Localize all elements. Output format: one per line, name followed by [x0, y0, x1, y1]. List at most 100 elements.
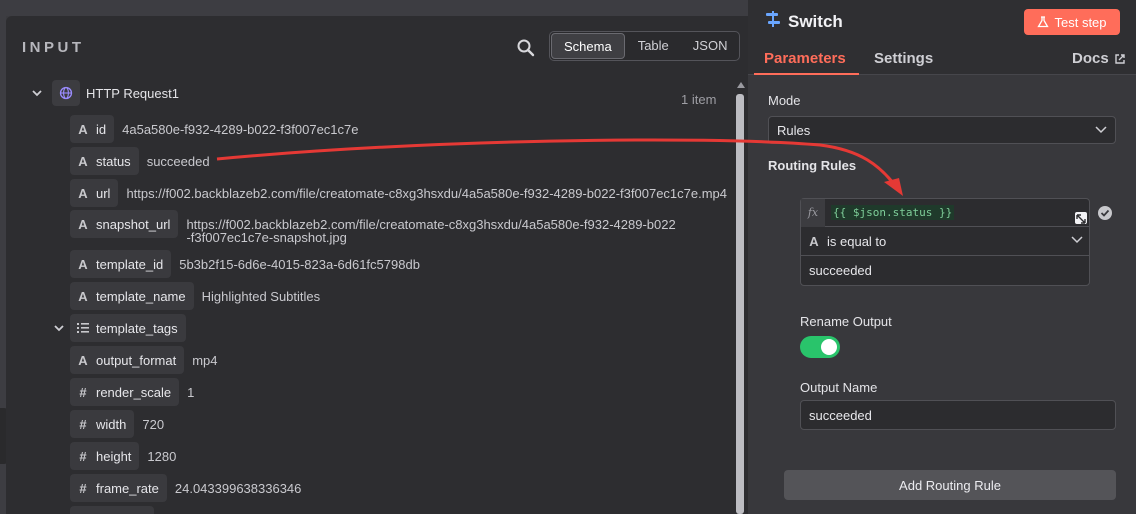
flask-icon [1037, 16, 1050, 28]
input-title: INPUT [22, 39, 85, 56]
field-key: frame_rate [96, 480, 159, 496]
toggle-knob [821, 339, 837, 355]
field-value: 5b3b2f15-6d6e-4015-823a-6d61fc5798db [179, 256, 420, 272]
fx-icon: fx [801, 198, 825, 227]
field-value: 24.043399638336346 [174, 480, 302, 496]
view-switcher: Schema Table JSON [549, 31, 741, 61]
rename-output-toggle[interactable] [800, 336, 840, 358]
external-link-icon [1114, 53, 1125, 64]
tab-settings[interactable]: Settings [874, 50, 933, 67]
field-key: height [96, 448, 132, 464]
field-row-template-name: Atemplate_name Highlighted Subtitles [70, 281, 320, 311]
field-key: template_id [96, 256, 164, 272]
canvas-top-strip [0, 0, 748, 16]
params-header: Switch Test step Parameters Settings Doc… [748, 0, 1136, 75]
number-type-icon: # [79, 384, 87, 400]
tab-bar: Parameters Settings Docs [748, 44, 1136, 75]
field-row-template-tags: template_tags [52, 313, 194, 343]
field-pill[interactable]: # frame_rate [70, 474, 167, 502]
field-pill[interactable]: # width [70, 410, 135, 438]
field-row-height: # height 1280 [70, 441, 176, 471]
field-row-render-scale: # render_scale 1 [70, 377, 194, 407]
field-pill[interactable]: Aurl [70, 179, 119, 207]
routing-rule: fx {{ $json.status }} A is equal to succ… [800, 198, 1090, 286]
check-circle-icon[interactable] [1098, 206, 1112, 220]
string-type-icon: A [78, 121, 88, 137]
node-title: Switch [764, 10, 843, 33]
string-type-icon: A [78, 185, 88, 201]
field-pill[interactable] [70, 506, 154, 514]
list-icon [70, 321, 96, 336]
test-step-button[interactable]: Test step [1024, 9, 1120, 35]
field-row-template-id: Atemplate_id 5b3b2f15-6d6e-4015-823a-6d6… [70, 249, 420, 279]
input-panel: INPUT Schema Table JSON HTTP Request1 1 … [6, 16, 748, 514]
expand-icon[interactable] [1075, 212, 1087, 224]
field-value: https://f002.backblazeb2.com/file/creato… [186, 217, 676, 245]
field-pill[interactable]: template_tags [70, 314, 186, 342]
string-type-icon: A [78, 256, 88, 272]
tab-docs[interactable]: Docs [1072, 50, 1126, 67]
field-pill[interactable]: # height [70, 442, 140, 470]
field-key: status [96, 153, 131, 169]
number-type-icon: # [79, 448, 87, 464]
field-row-id: Aid 4a5a580e-f932-4289-b022-f3f007ec1c7e [70, 114, 359, 144]
field-pill[interactable]: Atemplate_name [70, 282, 194, 310]
chevron-down-icon [1071, 236, 1083, 244]
rule-value-input[interactable]: succeeded [809, 263, 872, 278]
field-key: snapshot_url [96, 216, 171, 232]
switch-icon [764, 10, 782, 33]
field-key: width [96, 416, 127, 432]
field-key: template_name [96, 288, 186, 304]
output-name-label: Output Name [800, 380, 878, 395]
field-value: 1 [187, 384, 195, 400]
search-icon[interactable] [516, 38, 536, 58]
operator-text: is equal to [827, 234, 887, 249]
field-value: 720 [142, 416, 165, 432]
field-row-partial [70, 505, 162, 514]
number-type-icon: # [79, 416, 87, 432]
view-table-button[interactable]: Table [626, 32, 681, 60]
field-pill[interactable]: Astatus [70, 147, 139, 175]
field-key: id [96, 121, 107, 137]
string-type-icon: A [78, 153, 88, 169]
field-pill[interactable]: Asnapshot_url [70, 210, 179, 238]
field-pill[interactable]: Aid [70, 115, 115, 143]
string-type-icon: A [78, 216, 88, 232]
field-value: 4a5a580e-f932-4289-b022-f3f007ec1c7e [122, 121, 359, 137]
mode-label: Mode [768, 93, 801, 108]
rename-output-label: Rename Output [800, 314, 892, 329]
scroll-up-arrow-icon[interactable] [737, 82, 745, 88]
node-title-text: Switch [788, 11, 843, 31]
routing-rules-label: Routing Rules [768, 158, 857, 173]
view-schema-button[interactable]: Schema [551, 33, 625, 59]
add-routing-rule-button[interactable]: Add Routing Rule [784, 470, 1116, 500]
string-type-icon: A [78, 288, 88, 304]
field-pill[interactable]: Aoutput_format [70, 346, 185, 374]
chevron-down-icon [1095, 126, 1107, 134]
field-value: mp4 [192, 352, 218, 368]
mode-value: Rules [777, 123, 811, 138]
field-pill[interactable]: # render_scale [70, 378, 180, 406]
active-tab-indicator [754, 73, 859, 75]
string-type-icon: A [809, 234, 819, 249]
scroll-thumb[interactable] [736, 94, 744, 514]
chevron-down-icon[interactable] [30, 86, 44, 100]
view-json-button[interactable]: JSON [681, 32, 740, 60]
mode-select[interactable]: Rules [768, 116, 1116, 144]
field-key: render_scale [96, 384, 172, 400]
rule-expression[interactable]: fx {{ $json.status }} [801, 198, 1089, 227]
output-name-input[interactable]: succeeded [800, 400, 1116, 430]
string-type-icon: A [78, 352, 88, 368]
field-row-output-format: Aoutput_format mp4 [70, 345, 218, 375]
node-name: HTTP Request1 [86, 85, 179, 101]
field-key: url [96, 185, 111, 201]
tree-node-http-request1[interactable]: HTTP Request1 [30, 78, 179, 108]
field-pill[interactable]: Atemplate_id [70, 250, 172, 278]
expression-text[interactable]: {{ $json.status }} [831, 205, 955, 220]
chevron-down-icon[interactable] [52, 321, 66, 335]
operator-select[interactable]: A is equal to [801, 228, 1089, 256]
scrollbar[interactable] [734, 82, 746, 514]
field-value: 1280 [147, 448, 177, 464]
tab-parameters[interactable]: Parameters [764, 50, 846, 67]
field-row-snapshot-url: Asnapshot_url https://f002.backblazeb2.c… [70, 210, 676, 250]
